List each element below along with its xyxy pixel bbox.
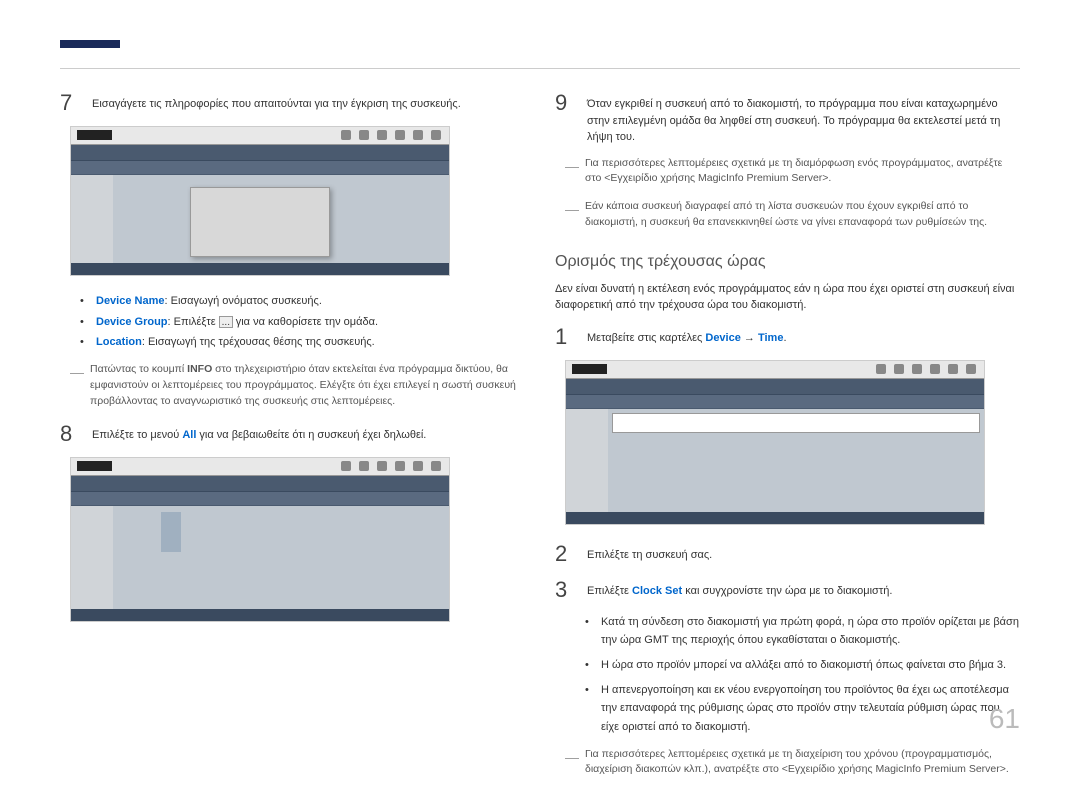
step-number: 7 [60,90,78,116]
bullet-location: • Location: Εισαγωγή της τρέχουσας θέσης… [80,333,525,352]
dash-icon: ― [565,156,577,188]
left-column: 7 Εισαγάγετε τις πληροφορίες που απαιτού… [60,90,525,790]
section-intro: Δεν είναι δυνατή η εκτέλεση ενός προγράμ… [555,281,1020,314]
step-text: Εισαγάγετε τις πληροφορίες που απαιτούντ… [92,90,461,116]
sub-text: Η ώρα στο προϊόν μπορεί να αλλάξει από τ… [601,656,1006,675]
bullet-text: Device Name: Εισαγωγή ονόματος συσκευής. [96,292,322,311]
bullet-dot: • [585,681,593,737]
bullet-device-group: • Device Group: Επιλέξτε για να καθορίσε… [80,313,525,332]
dash-icon: ― [70,362,82,409]
step-number: 1 [555,324,573,350]
sub-bullet-2: • Η ώρα στο προϊόν μπορεί να αλλάξει από … [585,656,1020,675]
section-title-time: Ορισμός της τρέχουσας ώρας [555,253,1020,271]
step-text: Μεταβείτε στις καρτέλες Device → Time. [587,324,787,350]
header-bar [60,40,120,48]
bullet-device-name: • Device Name: Εισαγωγή ονόματος συσκευή… [80,292,525,311]
step-text: Επιλέξτε το μενού All για να βεβαιωθείτε… [92,421,426,447]
dash-icon: ― [565,199,577,231]
screenshot-all-menu [70,457,450,622]
step-number: 8 [60,421,78,447]
sub-text: Κατά τη σύνδεση στο διακομιστή για πρώτη… [601,613,1020,650]
note-text: Για περισσότερες λεπτομέρειες σχετικά με… [585,747,1020,779]
screenshot-device-time [565,360,985,525]
step-1: 1 Μεταβείτε στις καρτέλες Device → Time. [555,324,1020,350]
bullet-dot: • [585,613,593,650]
dash-icon: ― [565,747,577,779]
sub-bullet-3: •Η απενεργοποίηση και εκ νέου ενεργοποίη… [585,681,1020,737]
step-8: 8 Επιλέξτε το μενού All για να βεβαιωθεί… [60,421,525,447]
step-text: Όταν εγκριθεί η συσκευή από το διακομιστ… [587,90,1020,146]
step-text: Επιλέξτε τη συσκευή σας. [587,541,712,567]
field-bullets: • Device Name: Εισαγωγή ονόματος συσκευή… [80,292,525,352]
sub-bullets: •Κατά τη σύνδεση στο διακομιστή για πρώτ… [585,613,1020,737]
note-program-config: ― Για περισσότερες λεπτομέρειες σχετικά … [565,156,1020,188]
right-column: 9 Όταν εγκριθεί η συσκευή από το διακομι… [555,90,1020,790]
step-number: 2 [555,541,573,567]
step-text: Επιλέξτε Clock Set και συγχρονίστε την ώ… [587,577,892,603]
note-info-button: ― Πατώντας το κουμπί INFO στο τηλεχειρισ… [70,362,525,409]
browse-icon [219,316,233,328]
step-9: 9 Όταν εγκριθεί η συσκευή από το διακομι… [555,90,1020,146]
bullet-text: Location: Εισαγωγή της τρέχουσας θέσης τ… [96,333,375,352]
bullet-text: Device Group: Επιλέξτε για να καθορίσετε… [96,313,378,332]
step-3: 3 Επιλέξτε Clock Set και συγχρονίστε την… [555,577,1020,603]
content-columns: 7 Εισαγάγετε τις πληροφορίες που απαιτού… [60,90,1020,790]
step-number: 3 [555,577,573,603]
bullet-dot: • [80,292,88,311]
sub-text: Η απενεργοποίηση και εκ νέου ενεργοποίησ… [601,681,1020,737]
note-text: Για περισσότερες λεπτομέρειες σχετικά με… [585,156,1020,188]
step-2: 2 Επιλέξτε τη συσκευή σας. [555,541,1020,567]
note-text: Πατώντας το κουμπί INFO στο τηλεχειριστή… [90,362,525,409]
bullet-dot: • [585,656,593,675]
step-number: 9 [555,90,573,146]
note-device-delete: ― Εάν κάποια συσκευή διαγραφεί από τη λί… [565,199,1020,231]
bullet-dot: • [80,333,88,352]
sub-bullet-1: •Κατά τη σύνδεση στο διακομιστή για πρώτ… [585,613,1020,650]
page-number: 61 [989,703,1020,735]
step-7: 7 Εισαγάγετε τις πληροφορίες που απαιτού… [60,90,525,116]
screenshot-approval-dialog [70,126,450,276]
note-time-management: ― Για περισσότερες λεπτομέρειες σχετικά … [565,747,1020,779]
header-divider [60,68,1020,69]
bullet-dot: • [80,313,88,332]
note-text: Εάν κάποια συσκευή διαγραφεί από τη λίστ… [585,199,1020,231]
